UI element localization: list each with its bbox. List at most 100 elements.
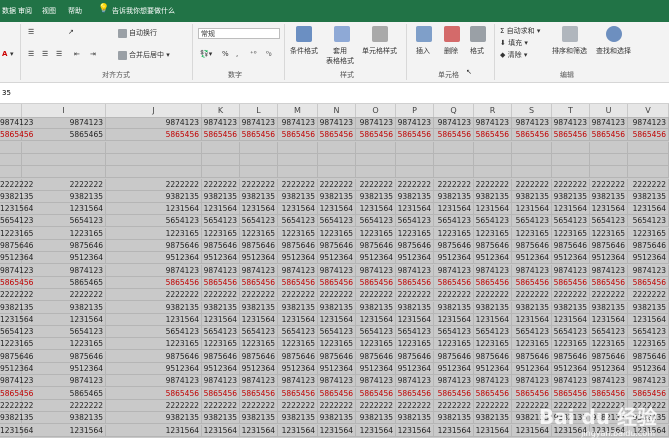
grid-cell[interactable]: 1223165: [396, 338, 434, 351]
column-header-q[interactable]: Q: [434, 104, 474, 117]
grid-cell[interactable]: 1231564: [356, 203, 396, 216]
grid-cell[interactable]: 9875646: [434, 350, 474, 363]
grid-cell[interactable]: 1231564: [590, 313, 628, 326]
grid-cell[interactable]: 9875646: [202, 240, 240, 252]
grid-cell[interactable]: 5865456: [396, 276, 434, 289]
grid-cell[interactable]: 5654123: [240, 326, 278, 339]
column-header-partial[interactable]: [0, 104, 22, 117]
column-header-s[interactable]: S: [512, 104, 552, 117]
grid-cell[interactable]: 1231564: [0, 313, 33, 326]
grid-cell[interactable]: 5865456: [240, 387, 278, 400]
grid-cell[interactable]: 9874123: [22, 264, 106, 277]
grid-cell[interactable]: 9874123: [356, 117, 396, 129]
grid-cell[interactable]: 1231564: [318, 313, 356, 326]
grid-cell[interactable]: 2222222: [434, 178, 474, 191]
grid-cell[interactable]: 9875646: [278, 240, 318, 252]
grid-cell[interactable]: 2222222: [106, 178, 202, 191]
grid-cell[interactable]: 1223165: [318, 227, 356, 240]
grid-cell[interactable]: [240, 141, 278, 154]
grid-cell[interactable]: 2222222: [434, 289, 474, 302]
grid-cell[interactable]: 5654123: [628, 326, 669, 339]
grid-cell[interactable]: 5865456: [628, 387, 669, 400]
grid-cell[interactable]: 2222222: [22, 289, 106, 302]
grid-cell[interactable]: 5654123: [512, 326, 552, 339]
grid-cell[interactable]: 5865456: [434, 276, 474, 289]
grid-cell[interactable]: 2222222: [202, 178, 240, 191]
tab-review[interactable]: 审阅: [18, 6, 32, 16]
grid-cell[interactable]: 9512364: [474, 252, 512, 265]
grid-cell[interactable]: 5865456: [590, 129, 628, 142]
grid-cell[interactable]: 2222222: [474, 399, 512, 412]
grid-cell[interactable]: 5865456: [0, 129, 33, 142]
grid-cell[interactable]: 9512364: [318, 252, 356, 265]
grid-cell[interactable]: 9874123: [590, 264, 628, 277]
grid-cell[interactable]: 9382135: [106, 301, 202, 314]
grid-cell[interactable]: 2222222: [202, 399, 240, 412]
grid-cell[interactable]: 5865456: [240, 129, 278, 142]
grid-cell[interactable]: 5654123: [552, 326, 590, 339]
grid-cell[interactable]: 9875646: [590, 350, 628, 363]
grid-cell[interactable]: 5865456: [240, 276, 278, 289]
grid-cell[interactable]: 1223165: [552, 338, 590, 351]
grid-cell[interactable]: 9382135: [396, 412, 434, 425]
grid-cell[interactable]: 5654123: [434, 215, 474, 228]
grid-cell[interactable]: 2222222: [356, 399, 396, 412]
grid-cell[interactable]: 2222222: [106, 399, 202, 412]
grid-cell[interactable]: 9874123: [318, 375, 356, 388]
grid-cell[interactable]: 9874123: [474, 375, 512, 388]
grid-cell[interactable]: 9512364: [356, 363, 396, 375]
column-header-m[interactable]: M: [278, 104, 318, 117]
grid-cell[interactable]: 9512364: [590, 363, 628, 375]
grid-cell[interactable]: [356, 141, 396, 154]
grid-cell[interactable]: 5654123: [590, 326, 628, 339]
grid-cell[interactable]: 5865456: [0, 276, 33, 289]
tab-data[interactable]: 数据: [2, 6, 16, 16]
grid-cell[interactable]: 9874123: [106, 264, 202, 277]
font-dropdown-icon[interactable]: ▾: [10, 50, 14, 58]
grid-cell[interactable]: 2222222: [512, 289, 552, 302]
grid-cell[interactable]: 9382135: [628, 190, 669, 203]
grid-cell[interactable]: 9875646: [474, 240, 512, 252]
grid-cell[interactable]: 1231564: [202, 424, 240, 437]
grid-cell[interactable]: 9874123: [22, 375, 106, 388]
grid-cell[interactable]: 9875646: [474, 350, 512, 363]
grid-cell[interactable]: 5654123: [356, 215, 396, 228]
grid-cell[interactable]: 9875646: [628, 350, 669, 363]
grid-cell[interactable]: 9875646: [552, 350, 590, 363]
grid-cell[interactable]: 1231564: [240, 424, 278, 437]
grid-cell[interactable]: 2222222: [240, 178, 278, 191]
font-color-icon[interactable]: A: [2, 50, 7, 58]
column-header-i[interactable]: I: [22, 104, 106, 117]
grid-cell[interactable]: 5654123: [0, 326, 33, 339]
name-box[interactable]: 35: [2, 89, 11, 97]
grid-cell[interactable]: [474, 153, 512, 166]
fill-button[interactable]: ⬇ 填充 ▾: [500, 38, 528, 48]
grid-cell[interactable]: [22, 166, 106, 179]
grid-cell[interactable]: 5865456: [202, 276, 240, 289]
grid-cell[interactable]: 2222222: [356, 289, 396, 302]
grid-cell[interactable]: 9382135: [0, 412, 33, 425]
grid-cell[interactable]: 9512364: [590, 252, 628, 265]
grid-cell[interactable]: 2222222: [0, 399, 33, 412]
grid-cell[interactable]: [356, 166, 396, 179]
align-center-icon[interactable]: ☰: [42, 50, 48, 58]
grid-cell[interactable]: 9382135: [356, 412, 396, 425]
column-header-u[interactable]: U: [590, 104, 628, 117]
grid-cell[interactable]: 9382135: [512, 301, 552, 314]
grid-cell[interactable]: [434, 141, 474, 154]
grid-cell[interactable]: 5654123: [318, 215, 356, 228]
grid-cell[interactable]: 5865456: [278, 387, 318, 400]
grid-cell[interactable]: 2222222: [0, 178, 33, 191]
grid-cell[interactable]: 5865456: [202, 129, 240, 142]
grid-cell[interactable]: 9382135: [474, 190, 512, 203]
grid-cell[interactable]: 9382135: [278, 190, 318, 203]
clear-button[interactable]: ◆ 清除 ▾: [500, 50, 527, 60]
grid-cell[interactable]: 9875646: [278, 350, 318, 363]
grid-cell[interactable]: 1223165: [628, 227, 669, 240]
grid-cell[interactable]: 9874123: [0, 117, 33, 129]
grid-cell[interactable]: 9512364: [396, 252, 434, 265]
grid-cell[interactable]: 9874123: [240, 117, 278, 129]
grid-cell[interactable]: 9382135: [202, 190, 240, 203]
grid-cell[interactable]: 9875646: [106, 350, 202, 363]
grid-cell[interactable]: 9512364: [0, 252, 33, 265]
